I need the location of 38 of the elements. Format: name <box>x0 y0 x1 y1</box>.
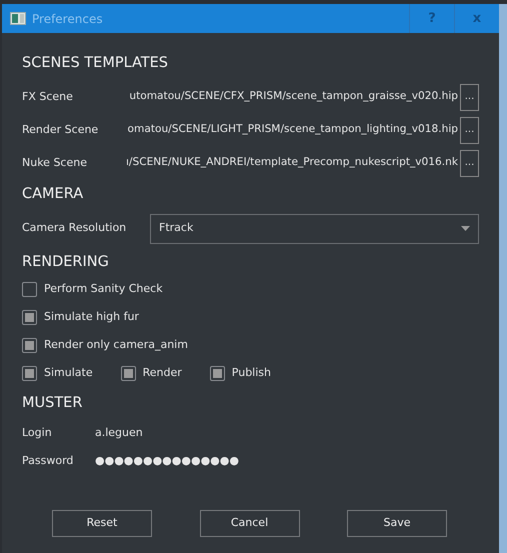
section-heading: CAMERA <box>22 184 84 204</box>
checkbox[interactable] <box>22 338 37 353</box>
section-heading: SCENES TEMPLATES <box>22 54 170 73</box>
browse-button[interactable]: ... <box>460 150 479 177</box>
dropdown-arrow-icon <box>461 226 470 231</box>
browse-button[interactable]: ... <box>460 116 479 144</box>
window-icon <box>10 12 26 25</box>
checkbox-label: Render <box>142 365 182 381</box>
field-label: Password <box>22 452 74 469</box>
field-label: Camera Resolution <box>22 220 128 236</box>
window-title: Preferences <box>32 10 104 28</box>
login-field[interactable]: a.leguen <box>95 424 143 442</box>
checkbox-label: Simulate high fur <box>44 309 139 325</box>
section-heading: MUSTER <box>22 394 84 414</box>
dialog-button[interactable]: Cancel <box>200 510 300 537</box>
checkbox[interactable] <box>22 366 37 381</box>
checkbox[interactable] <box>22 310 37 325</box>
checkbox[interactable] <box>120 366 136 381</box>
path-field[interactable]: ı/SCENE/NUKE_ANDREI/template_Precomp_nukescript_v016.nk <box>108 155 458 172</box>
path-field[interactable]: utomatou/SCENE/CFX_PRISM/scene_tampon_graisse_v020.hip <box>108 89 458 106</box>
browse-button[interactable]: ... <box>460 84 479 111</box>
resolution-dropdown[interactable]: Ftrack <box>150 214 479 244</box>
field-label: Login <box>22 424 53 441</box>
field-label: Nuke Scene <box>22 155 88 171</box>
path-field[interactable]: omatou/SCENE/LIGHT_PRISM/scene_tampon_lighting_v018.hip <box>108 122 458 138</box>
checkbox[interactable] <box>210 366 225 381</box>
password-field[interactable]: ●●●●●●●●●●●●●●● <box>95 452 239 470</box>
field-label: Render Scene <box>22 122 100 138</box>
dialog-button[interactable]: Save <box>347 510 447 537</box>
field-label: FX Scene <box>22 89 74 105</box>
checkbox-label: Render only camera_anim <box>44 337 188 353</box>
checkbox-label: Publish <box>232 365 271 381</box>
dialog-button[interactable]: Reset <box>52 510 152 537</box>
checkbox-label: Simulate <box>44 365 93 381</box>
checkbox[interactable] <box>22 282 37 297</box>
section-heading: RENDERING <box>22 252 110 272</box>
checkbox-label: Perform Sanity Check <box>44 281 163 297</box>
dropdown-value: Ftrack <box>159 220 194 236</box>
